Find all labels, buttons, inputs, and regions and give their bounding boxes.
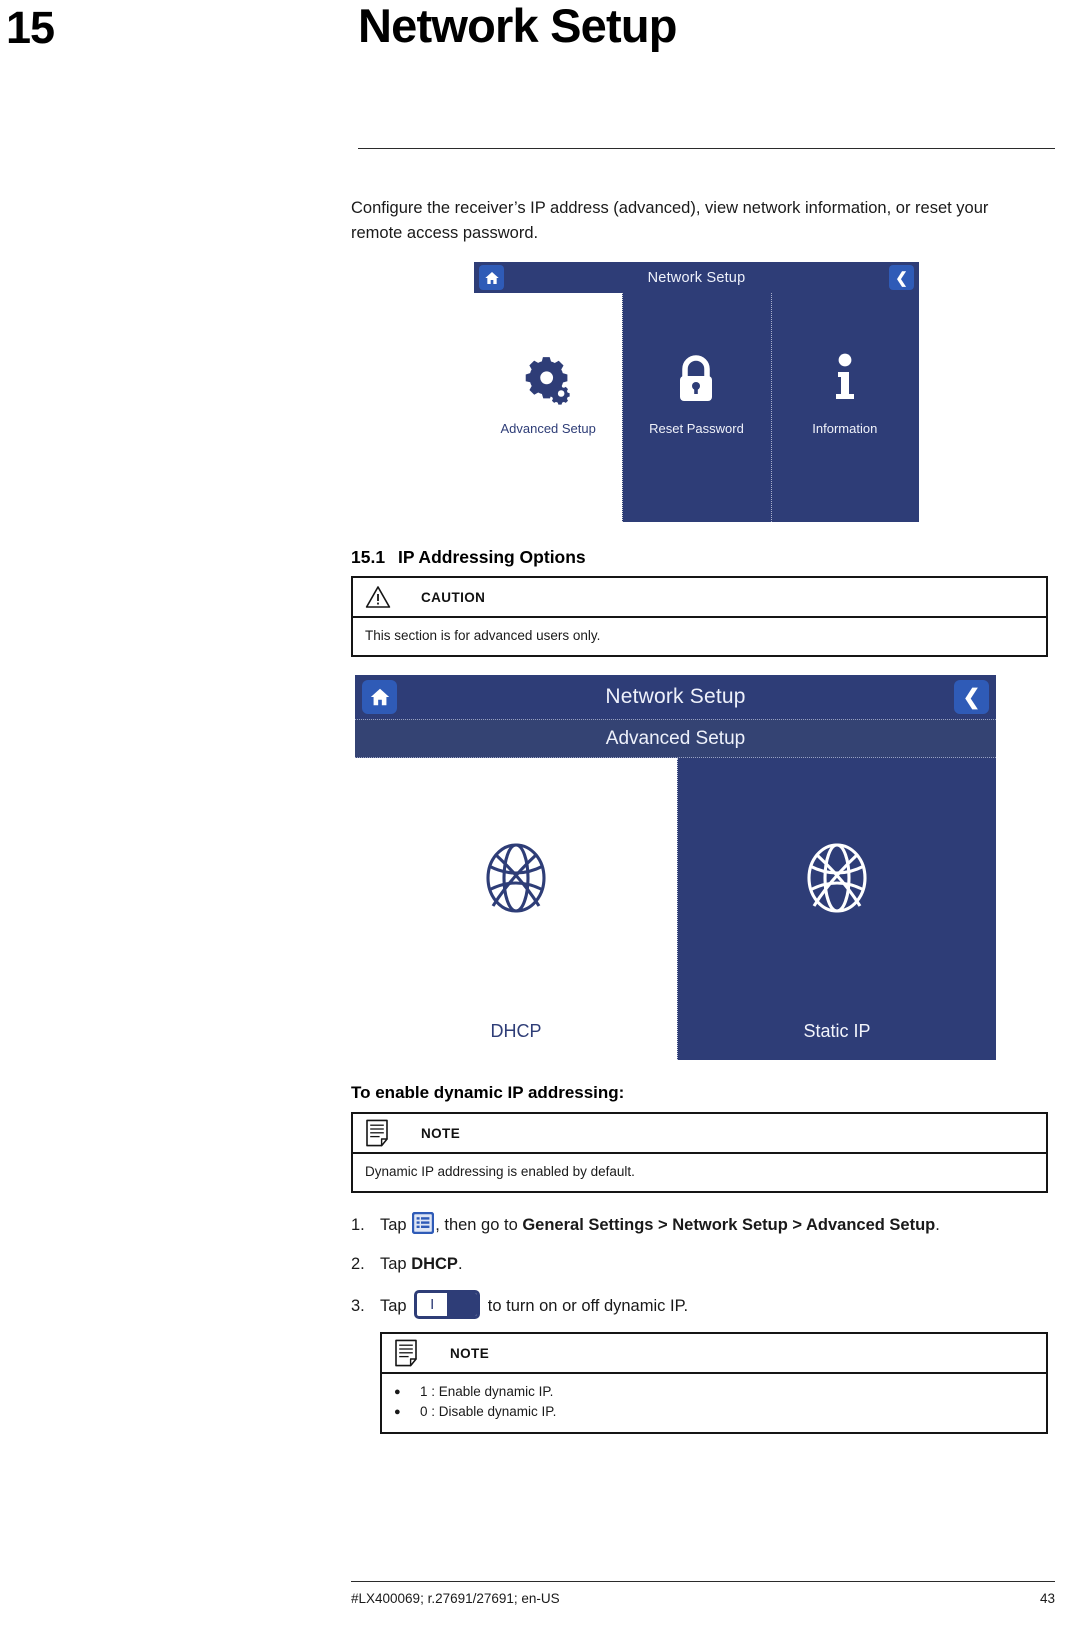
- bullet-glyph: ●: [394, 1406, 401, 1418]
- device-tile-row: Advanced Setup Reset Password Informatio…: [474, 293, 919, 522]
- step-2: 2. Tap DHCP.: [351, 1251, 1048, 1277]
- tile-label: Advanced Setup: [500, 421, 596, 436]
- note-box-1-kind: NOTE: [421, 1125, 461, 1141]
- step-suffix: .: [935, 1216, 940, 1234]
- screenshot-network-setup: Network Setup ❮ Advanced Setup Reset Pas…: [474, 262, 919, 522]
- device-subtitle: Advanced Setup: [605, 727, 746, 749]
- step-suffix: to turn on or off dynamic IP.: [483, 1297, 689, 1315]
- step-bold: General Settings > Network Setup > Advan…: [522, 1216, 936, 1234]
- step-prefix: Tap: [380, 1297, 412, 1315]
- bullet-text: 1 : Enable dynamic IP.: [420, 1384, 554, 1399]
- screenshot-advanced-setup: Network Setup ❮ Advanced Setup DHCP Stat…: [355, 675, 996, 1060]
- step-text: Tap DHCP.: [380, 1251, 463, 1277]
- home-icon[interactable]: [479, 265, 504, 290]
- step-suffix: .: [457, 1255, 463, 1273]
- device-titlebar: Network Setup ❮: [474, 262, 919, 293]
- step-middle: , then go to: [435, 1216, 523, 1234]
- tile-label: Reset Password: [649, 421, 744, 436]
- globe-icon: [483, 840, 549, 916]
- note-page-icon: [394, 1339, 428, 1367]
- procedure-title: To enable dynamic IP addressing:: [351, 1083, 625, 1102]
- device-title: Network Setup: [605, 685, 746, 708]
- note-box-2-header: NOTE: [382, 1334, 1046, 1374]
- step-text: Tap I to turn on or off dynamic IP.: [380, 1290, 688, 1319]
- list-item: ● 1 : Enable dynamic IP.: [394, 1382, 1034, 1402]
- caution-box: CAUTION This section is for advanced use…: [351, 576, 1048, 657]
- page-title: Network Setup: [358, 0, 677, 52]
- step-prefix: Tap: [380, 1255, 412, 1273]
- step-number: 3.: [351, 1297, 365, 1315]
- menu-list-icon[interactable]: [411, 1211, 435, 1235]
- step-text: Tap , then go to General Settings > Netw…: [380, 1211, 940, 1238]
- back-chevron-icon[interactable]: ❮: [954, 680, 989, 714]
- tile-divider: [770, 293, 772, 522]
- toggle-switch-icon[interactable]: I: [414, 1290, 481, 1319]
- intro-paragraph: Configure the receiver’s IP address (adv…: [351, 199, 989, 242]
- pane-static-ip[interactable]: Static IP: [677, 758, 996, 1060]
- footer-page-number: 43: [1039, 1591, 1055, 1606]
- step-bold: DHCP: [411, 1255, 458, 1273]
- note-page-icon: [365, 1119, 399, 1147]
- device-titlebar: Network Setup ❮: [355, 675, 996, 719]
- caution-box-kind: CAUTION: [421, 589, 486, 605]
- note-box-2-kind: NOTE: [450, 1345, 490, 1361]
- chapter-header: 15 Network Setup: [0, 0, 1092, 150]
- procedure-steps: 1. Tap , then go to General Settings > N…: [351, 1211, 1048, 1319]
- device-pane-row: DHCP Static IP: [355, 758, 996, 1060]
- warning-triangle-icon: [365, 585, 399, 609]
- caution-box-header: CAUTION: [353, 578, 1046, 618]
- bullet-glyph: ●: [394, 1386, 401, 1398]
- step-3: 3. Tap I to turn on or off dynamic IP.: [351, 1290, 1048, 1319]
- toggle-knob: [447, 1293, 478, 1316]
- note-box-1-header: NOTE: [353, 1114, 1046, 1154]
- step-number: 2.: [351, 1255, 365, 1273]
- tile-advanced-setup[interactable]: Advanced Setup: [474, 293, 623, 522]
- step-number: 1.: [351, 1216, 365, 1234]
- back-chevron-icon[interactable]: ❮: [889, 265, 914, 290]
- note-box-2-body: ● 1 : Enable dynamic IP. ● 0 : Disable d…: [382, 1374, 1046, 1432]
- info-icon: [830, 348, 860, 410]
- step-1: 1. Tap , then go to General Settings > N…: [351, 1211, 1048, 1238]
- content-column: Configure the receiver’s IP address (adv…: [351, 196, 1048, 1434]
- toggle-on-label: I: [430, 1296, 435, 1313]
- header-divider: [358, 148, 1055, 149]
- list-item: ● 0 : Disable dynamic IP.: [394, 1402, 1034, 1422]
- chapter-number: 15: [6, 2, 55, 53]
- globe-icon: [804, 840, 870, 916]
- note-bullet-list: ● 1 : Enable dynamic IP. ● 0 : Disable d…: [394, 1382, 1034, 1422]
- tile-label: Information: [812, 421, 878, 436]
- bullet-text: 0 : Disable dynamic IP.: [420, 1404, 557, 1419]
- tile-information[interactable]: Information: [770, 293, 919, 522]
- lock-icon: [674, 348, 718, 410]
- device-subtitle-bar: Advanced Setup: [355, 719, 996, 758]
- gears-icon: [521, 348, 575, 410]
- device-title: Network Setup: [647, 269, 746, 286]
- tile-divider: [622, 293, 624, 522]
- pane-dhcp[interactable]: DHCP: [355, 758, 677, 1060]
- section-title: IP Addressing Options: [398, 547, 586, 567]
- caution-box-body: This section is for advanced users only.: [365, 628, 601, 643]
- note-box-1-body: Dynamic IP addressing is enabled by defa…: [365, 1164, 635, 1179]
- footer-document-id: #LX400069; r.27691/27691; en-US: [351, 1591, 560, 1606]
- tile-reset-password[interactable]: Reset Password: [622, 293, 771, 522]
- pane-label: DHCP: [490, 1021, 542, 1041]
- home-icon[interactable]: [362, 680, 397, 714]
- section-heading: 15.1 IP Addressing Options: [351, 547, 1048, 568]
- page-footer: #LX400069; r.27691/27691; en-US 43: [351, 1581, 1055, 1606]
- pane-label: Static IP: [803, 1021, 871, 1041]
- note-box-1: NOTE Dynamic IP addressing is enabled by…: [351, 1112, 1048, 1193]
- step-prefix: Tap: [380, 1216, 412, 1234]
- note-box-2: NOTE ● 1 : Enable dynamic IP. ● 0 : Disa…: [380, 1332, 1048, 1434]
- section-number: 15.1: [351, 547, 386, 567]
